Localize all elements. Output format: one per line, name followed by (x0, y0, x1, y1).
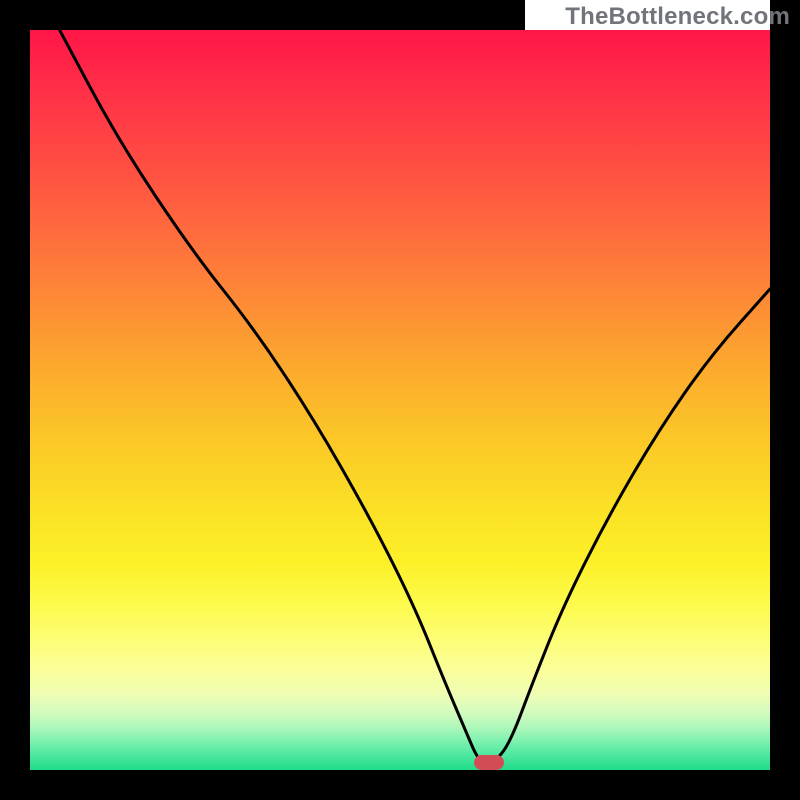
border-bottom (0, 770, 800, 800)
bottleneck-curve (30, 30, 770, 770)
border-top-left (0, 0, 525, 30)
border-right (770, 0, 800, 800)
watermark-text: TheBottleneck.com (565, 3, 790, 31)
optimum-marker (474, 755, 504, 770)
plot-area (30, 30, 770, 770)
border-left (0, 0, 30, 800)
chart-frame: TheBottleneck.com (0, 0, 800, 800)
